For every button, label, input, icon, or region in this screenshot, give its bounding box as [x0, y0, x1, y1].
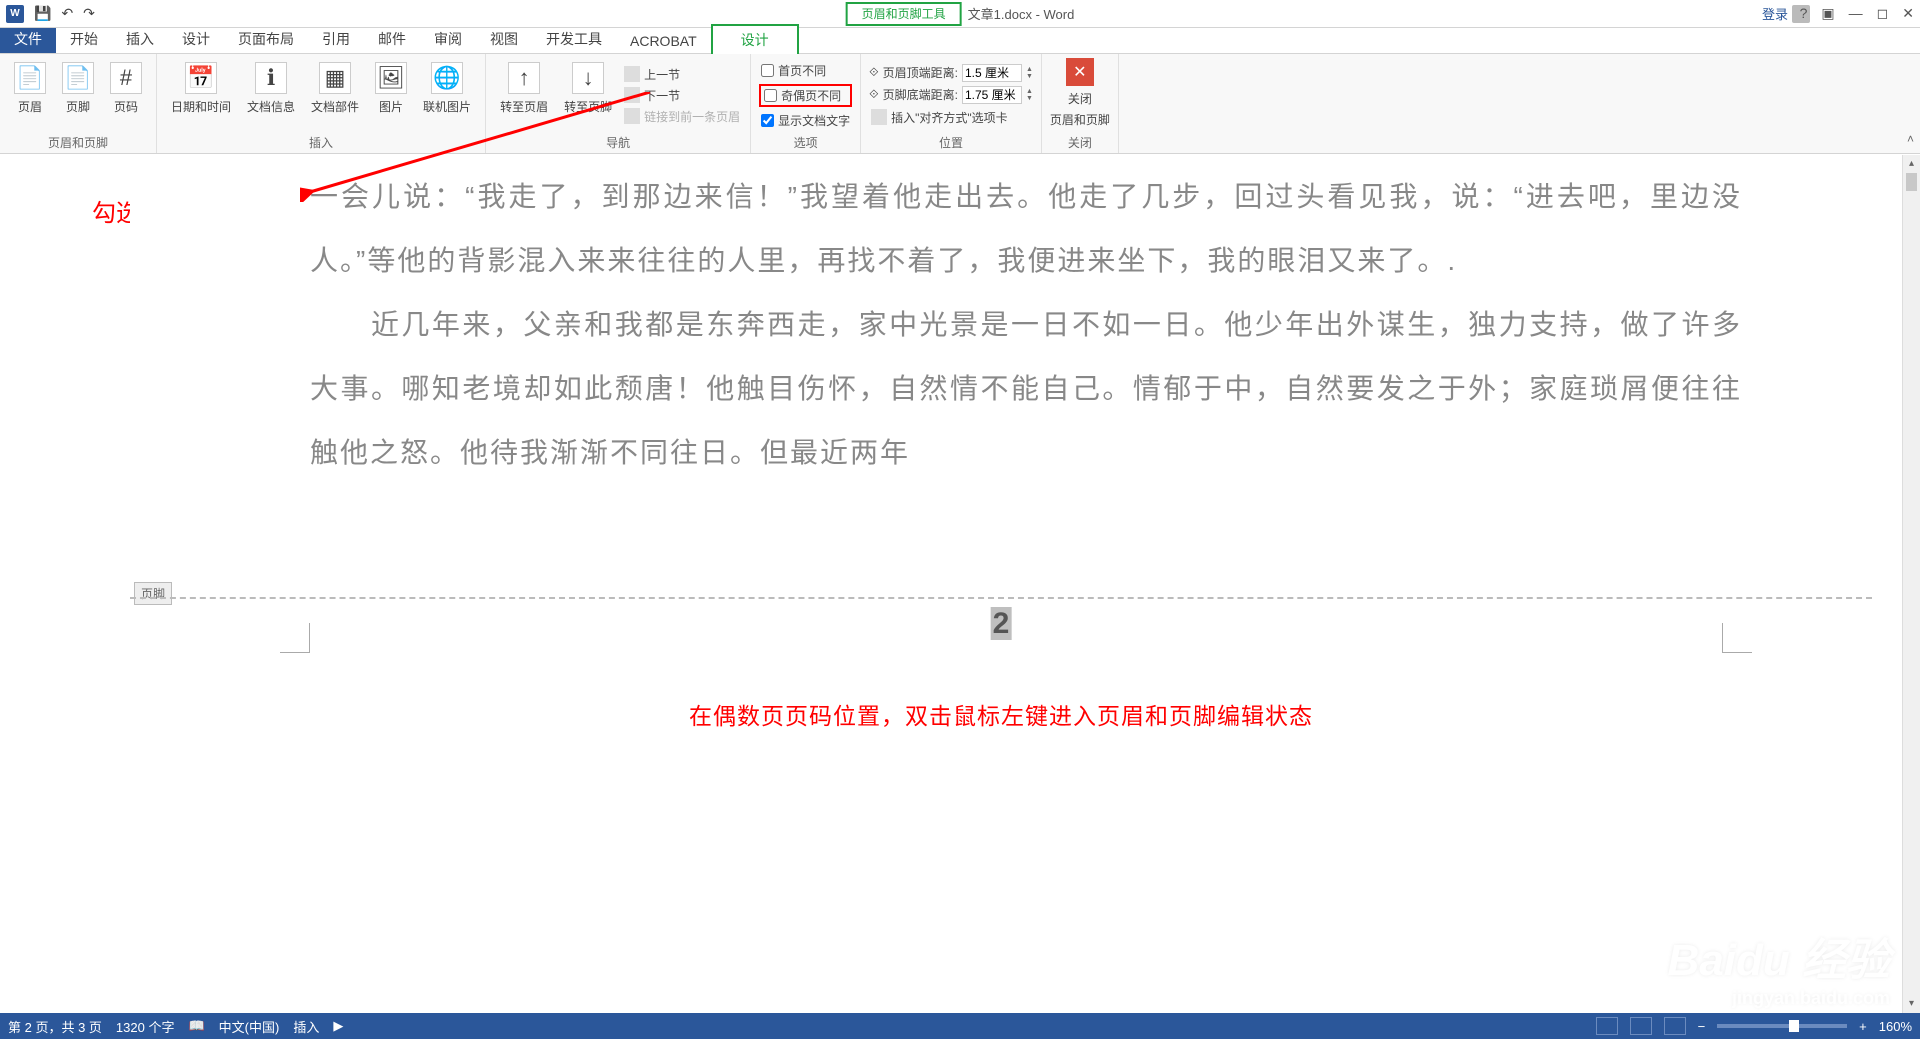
- collapse-ribbon-icon[interactable]: ˄: [1907, 132, 1914, 146]
- tab-file[interactable]: 文件: [0, 25, 56, 53]
- online-picture-button[interactable]: 🌐联机图片: [417, 58, 477, 132]
- scroll-thumb[interactable]: [1906, 173, 1917, 191]
- contextual-tab-title: 页眉和页脚工具: [846, 2, 962, 26]
- document-body-text: 一会儿说：“我走了，到那边来信！”我望着他走出去。他走了几步，回过头看见我，说：…: [310, 165, 1742, 485]
- zoom-out-icon[interactable]: −: [1698, 1019, 1706, 1034]
- tab-acrobat[interactable]: ACROBAT: [616, 29, 711, 53]
- group-label: 选项: [759, 132, 852, 151]
- group-insert: 📅日期和时间 ℹ文档信息 ▦文档部件 🖼图片 🌐联机图片 插入: [157, 54, 486, 153]
- footer-bottom-distance[interactable]: ⟐页脚底端距离:▲▼: [869, 86, 1033, 104]
- docinfo-button[interactable]: ℹ文档信息: [241, 58, 301, 132]
- undo-icon[interactable]: ↶: [61, 5, 73, 22]
- group-header-footer: 📄页眉 📄页脚 #页码 页眉和页脚: [0, 54, 157, 153]
- footer-button[interactable]: 📄页脚: [56, 58, 100, 132]
- goto-header-button[interactable]: ↑转至页眉: [494, 58, 554, 132]
- group-position: ⟐页眉顶端距离:▲▼ ⟐页脚底端距离:▲▼ 插入"对齐方式"选项卡 位置: [861, 54, 1042, 153]
- close-header-footer-button[interactable]: ✕ 关闭 页眉和页脚: [1050, 58, 1110, 132]
- zoom-level[interactable]: 160%: [1879, 1019, 1912, 1034]
- status-language[interactable]: 中文(中国): [219, 1017, 280, 1036]
- scroll-up-icon[interactable]: ▴: [1903, 155, 1920, 173]
- close-x-icon: ✕: [1066, 58, 1094, 86]
- group-close: ✕ 关闭 页眉和页脚 关闭: [1042, 54, 1119, 153]
- word-icon: W: [6, 5, 24, 23]
- document-page[interactable]: 一会儿说：“我走了，到那边来信！”我望着他走出去。他走了几步，回过头看见我，说：…: [130, 155, 1872, 1013]
- header-button[interactable]: 📄页眉: [8, 58, 52, 132]
- minimize-icon[interactable]: —: [1849, 5, 1863, 22]
- quickparts-button[interactable]: ▦文档部件: [305, 58, 365, 132]
- datetime-button[interactable]: 📅日期和时间: [165, 58, 237, 132]
- document-title: 文章1.docx - Word: [962, 4, 1075, 23]
- page-number[interactable]: 2: [991, 607, 1012, 641]
- close-icon[interactable]: ✕: [1902, 5, 1914, 22]
- zoom-slider[interactable]: [1717, 1024, 1847, 1028]
- restore-icon[interactable]: ◻: [1877, 5, 1889, 22]
- tab-review[interactable]: 审阅: [420, 25, 476, 53]
- group-label: 关闭: [1050, 132, 1110, 151]
- tab-insert[interactable]: 插入: [112, 25, 168, 53]
- group-options: 首页不同 奇偶页不同 显示文档文字 选项: [751, 54, 861, 153]
- status-page[interactable]: 第 2 页，共 3 页: [8, 1017, 102, 1036]
- tab-view[interactable]: 视图: [476, 25, 532, 53]
- page-number-button[interactable]: #页码: [104, 58, 148, 132]
- footer-boundary-line: [130, 597, 1872, 599]
- view-read-mode-icon[interactable]: [1596, 1017, 1618, 1035]
- insert-alignment-tab-button[interactable]: 插入"对齐方式"选项卡: [869, 108, 1033, 127]
- annotation-instruction: 在偶数页页码位置，双击鼠标左键进入页眉和页脚编辑状态: [689, 697, 1313, 731]
- show-document-text-checkbox[interactable]: 显示文档文字: [759, 111, 852, 130]
- tab-design[interactable]: 设计: [168, 25, 224, 53]
- different-first-page-checkbox[interactable]: 首页不同: [759, 61, 852, 80]
- ribbon-tabs: 文件 开始 插入 设计 页面布局 引用 邮件 审阅 视图 开发工具 ACROBA…: [0, 28, 1920, 54]
- tab-references[interactable]: 引用: [308, 25, 364, 53]
- save-icon[interactable]: 💾: [34, 5, 51, 22]
- next-section-button[interactable]: 下一节: [622, 86, 742, 105]
- status-word-count[interactable]: 1320 个字: [116, 1017, 175, 1036]
- document-area: 勾选 一会儿说：“我走了，到那边来信！”我望着他走出去。他走了几步，回过头看见我…: [0, 155, 1902, 1013]
- redo-icon[interactable]: ↷: [83, 5, 95, 22]
- title-center: 页眉和页脚工具 文章1.docx - Word: [846, 2, 1075, 26]
- group-label: 插入: [165, 132, 477, 151]
- quick-access-toolbar: W 💾 ↶ ↷: [0, 5, 95, 23]
- crop-mark-left: [280, 623, 310, 653]
- group-navigation: ↑转至页眉 ↓转至页脚 上一节 下一节 链接到前一条页眉 导航: [486, 54, 751, 153]
- tab-hf-design[interactable]: 设计: [711, 24, 799, 54]
- tab-developer[interactable]: 开发工具: [532, 25, 616, 53]
- view-print-layout-icon[interactable]: [1630, 1017, 1652, 1035]
- status-proofing-icon[interactable]: 📖: [188, 1018, 204, 1034]
- help-icon[interactable]: ?: [1800, 5, 1808, 22]
- prev-section-button[interactable]: 上一节: [622, 65, 742, 84]
- header-top-distance[interactable]: ⟐页眉顶端距离:▲▼: [869, 64, 1033, 82]
- vertical-scrollbar[interactable]: ▴ ▾: [1902, 155, 1920, 1013]
- window-controls: ? ▣ — ◻ ✕: [1800, 5, 1914, 22]
- zoom-in-icon[interactable]: +: [1859, 1019, 1867, 1034]
- picture-button[interactable]: 🖼图片: [369, 58, 413, 132]
- tab-page-layout[interactable]: 页面布局: [224, 25, 308, 53]
- tab-home[interactable]: 开始: [56, 25, 112, 53]
- status-insert-mode[interactable]: 插入: [293, 1017, 319, 1036]
- ribbon-options-icon[interactable]: ▣: [1821, 5, 1834, 22]
- scroll-down-icon[interactable]: ▾: [1903, 995, 1920, 1013]
- tab-mailings[interactable]: 邮件: [364, 25, 420, 53]
- link-previous-button: 链接到前一条页眉: [622, 107, 742, 126]
- status-bar: 第 2 页，共 3 页 1320 个字 📖 中文(中国) 插入 ▶ − + 16…: [0, 1013, 1920, 1039]
- ribbon: 📄页眉 📄页脚 #页码 页眉和页脚 📅日期和时间 ℹ文档信息 ▦文档部件 🖼图片…: [0, 54, 1920, 154]
- group-label: 位置: [869, 132, 1033, 151]
- footer-tag: 页脚: [134, 582, 172, 605]
- group-label: 页眉和页脚: [8, 132, 148, 151]
- view-web-layout-icon[interactable]: [1664, 1017, 1686, 1035]
- goto-footer-button[interactable]: ↓转至页脚: [558, 58, 618, 132]
- group-label: 导航: [494, 132, 742, 151]
- crop-mark-right: [1722, 623, 1752, 653]
- different-odd-even-checkbox[interactable]: 奇偶页不同: [759, 84, 852, 107]
- title-bar: W 💾 ↶ ↷ 页眉和页脚工具 文章1.docx - Word 登录 ? ▣ —…: [0, 0, 1920, 28]
- status-macro-icon[interactable]: ▶: [333, 1018, 343, 1034]
